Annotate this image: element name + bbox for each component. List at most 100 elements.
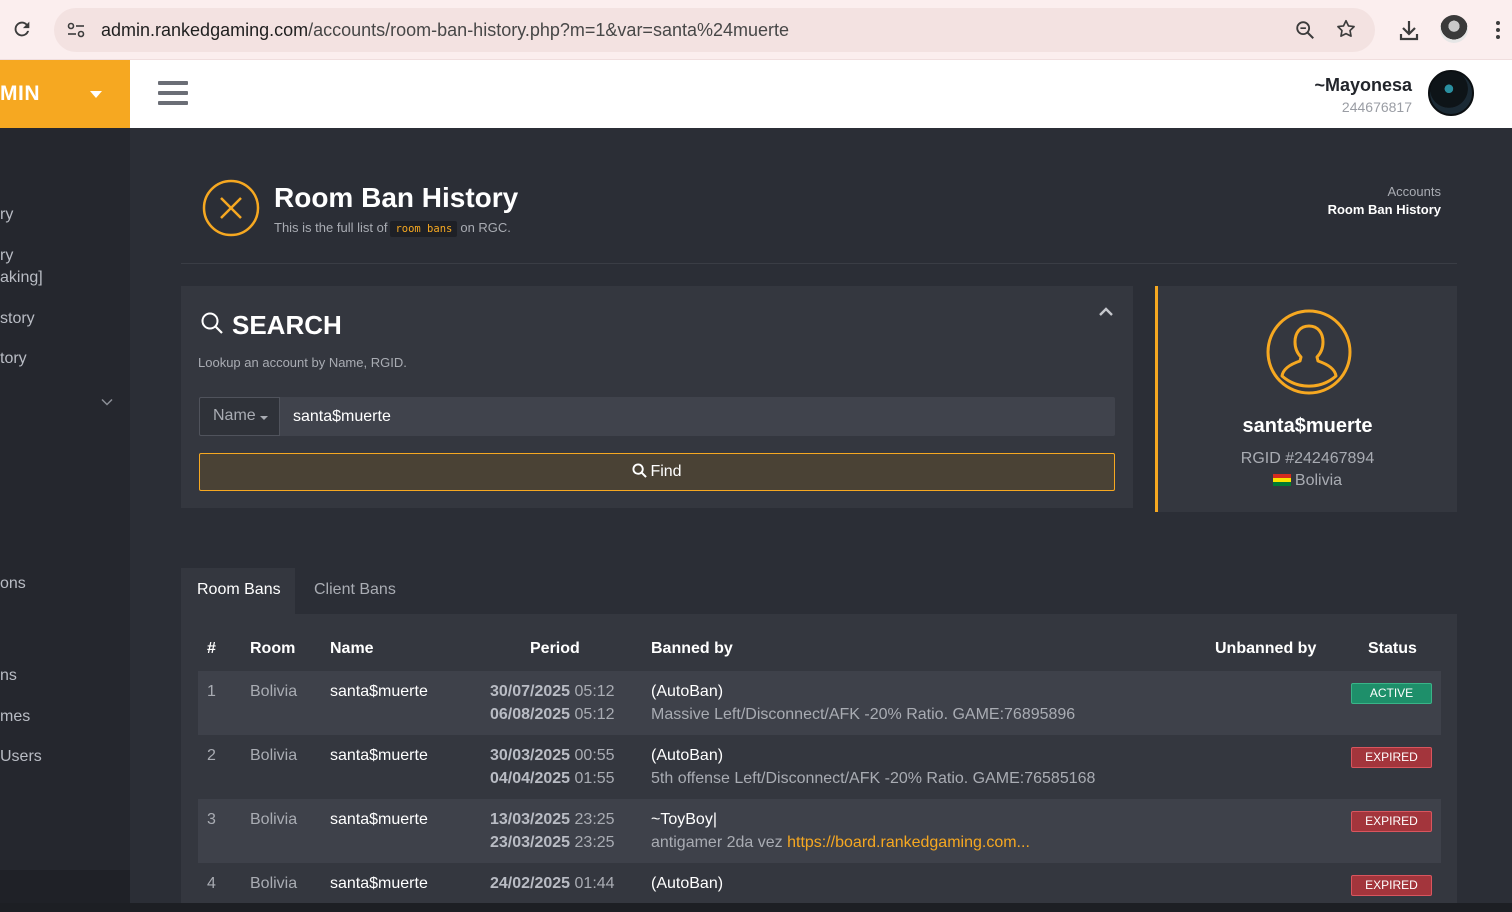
row-room: Bolivia xyxy=(250,808,297,831)
reload-icon[interactable] xyxy=(11,18,33,40)
sidebar-item[interactable]: ons xyxy=(0,573,26,595)
reason-link[interactable]: https://board.rankedgaming.com... xyxy=(787,834,1030,851)
end-date: 04/04/2025 xyxy=(490,770,570,787)
find-button[interactable]: Find xyxy=(199,453,1115,491)
page-title: Room Ban History xyxy=(274,182,518,214)
row-name[interactable]: santa$muerte xyxy=(330,872,428,895)
row-room: Bolivia xyxy=(250,744,297,767)
brand-dropdown[interactable]: MIN xyxy=(0,60,130,128)
status-badge: EXPIRED xyxy=(1351,811,1432,832)
breadcrumb-current: Room Ban History xyxy=(1328,202,1441,217)
reason-text: Massive Left/Disconnect/AFK -20% Ratio. … xyxy=(651,706,1075,723)
start-time: 23:25 xyxy=(575,811,615,828)
site-settings-icon[interactable] xyxy=(66,20,86,40)
status-badge: ACTIVE xyxy=(1351,683,1432,704)
room-bans-table: # Room Name Period Banned by Unbanned by… xyxy=(181,614,1457,912)
sidebar-item[interactable]: ns xyxy=(0,665,17,687)
browser-profile-avatar[interactable] xyxy=(1440,15,1468,43)
end-time: 01:55 xyxy=(575,770,615,787)
subtitle-text: This is the full list of xyxy=(274,220,387,235)
reason-text: 5th offense Left/Disconnect/AFK -20% Rat… xyxy=(651,770,1095,787)
sidebar: ry ry aking] story tory ons ns mes Users xyxy=(0,128,130,912)
tab-room-bans[interactable]: Room Bans xyxy=(181,568,295,614)
table-header: # Room Name Period Banned by Unbanned by… xyxy=(198,640,1441,662)
caret-down-icon xyxy=(90,91,102,98)
row-period-start: 30/07/2025 05:12 xyxy=(490,680,615,703)
search-type-label: Name xyxy=(213,407,256,425)
row-room: Bolivia xyxy=(250,872,297,895)
start-time: 00:55 xyxy=(575,747,615,764)
col-header-period: Period xyxy=(530,640,580,658)
search-input[interactable] xyxy=(280,397,1115,436)
row-period-start: 24/02/2025 01:44 xyxy=(490,872,615,895)
sidebar-item[interactable]: mes xyxy=(0,706,30,728)
start-date: 13/03/2025 xyxy=(490,811,570,828)
row-period-end: 23/03/2025 23:25 xyxy=(490,831,615,854)
sidebar-item[interactable]: aking] xyxy=(0,267,43,289)
profile-card: santa$muerte RGID #242467894 Bolivia xyxy=(1155,286,1457,512)
tab-client-bans[interactable]: Client Bans xyxy=(298,568,412,614)
start-date: 30/07/2025 xyxy=(490,683,570,700)
start-date: 30/03/2025 xyxy=(490,747,570,764)
row-name[interactable]: santa$muerte xyxy=(330,808,428,831)
address-bar[interactable]: admin.rankedgaming.com/accounts/room-ban… xyxy=(54,8,1375,52)
end-time: 05:12 xyxy=(575,706,615,723)
sidebar-item[interactable]: Users xyxy=(0,746,42,768)
row-room: Bolivia xyxy=(250,680,297,703)
reason-text: antigamer 2da vez xyxy=(651,834,783,851)
avatar[interactable] xyxy=(1428,70,1474,116)
ban-circle-x-icon xyxy=(202,179,260,237)
row-reason: 5th offense Left/Disconnect/AFK -20% Rat… xyxy=(651,767,1095,790)
menu-toggle-icon[interactable] xyxy=(158,81,188,107)
user-icon xyxy=(1265,308,1353,396)
row-period-end: 06/08/2025 05:12 xyxy=(490,703,615,726)
row-period-end: 04/04/2025 01:55 xyxy=(490,767,615,790)
breadcrumb-parent[interactable]: Accounts xyxy=(1388,184,1441,199)
row-name[interactable]: santa$muerte xyxy=(330,680,428,703)
subtitle-text-end: on RGC. xyxy=(460,220,511,235)
brand-label: MIN xyxy=(0,82,40,106)
sidebar-item[interactable]: ry xyxy=(0,204,13,226)
url-path: /accounts/room-ban-history.php?m=1&var=s… xyxy=(308,20,789,40)
table-row: 3 Bolivia santa$muerte 13/03/2025 23:25 … xyxy=(198,799,1441,863)
row-banned-by: (AutoBan) xyxy=(651,680,723,703)
page-subtitle: This is the full list ofroom banson RGC. xyxy=(274,220,511,235)
col-header-banned-by: Banned by xyxy=(651,640,733,658)
row-period-start: 13/03/2025 23:25 xyxy=(490,808,615,831)
row-period-start: 30/03/2025 00:55 xyxy=(490,744,615,767)
row-reason: Massive Left/Disconnect/AFK -20% Ratio. … xyxy=(651,703,1075,726)
zoom-icon[interactable] xyxy=(1294,19,1316,41)
bookmark-star-icon[interactable] xyxy=(1335,18,1357,40)
row-num: 2 xyxy=(207,744,216,767)
end-date: 23/03/2025 xyxy=(490,834,570,851)
current-user-id: 244676817 xyxy=(1342,99,1412,115)
col-header-unbanned-by: Unbanned by xyxy=(1215,640,1316,658)
chevron-up-icon[interactable] xyxy=(1098,306,1114,318)
caret-down-icon xyxy=(260,416,268,420)
search-title: SEARCH xyxy=(232,310,342,341)
sidebar-item[interactable]: tory xyxy=(0,348,27,370)
start-time: 01:44 xyxy=(575,875,615,892)
search-type-select[interactable]: Name xyxy=(199,397,280,436)
sidebar-item[interactable]: ry xyxy=(0,245,13,267)
row-banned-by: (AutoBan) xyxy=(651,872,723,895)
chevron-down-icon[interactable] xyxy=(101,396,113,408)
row-reason: antigamer 2da vez https://board.rankedga… xyxy=(651,831,1030,854)
profile-name: santa$muerte xyxy=(1158,415,1457,438)
row-name[interactable]: santa$muerte xyxy=(330,744,428,767)
current-user-name[interactable]: ~Mayonesa xyxy=(1314,75,1412,96)
end-time: 23:25 xyxy=(575,834,615,851)
subtitle-code: room bans xyxy=(390,221,457,237)
status-badge: EXPIRED xyxy=(1351,875,1432,896)
start-date: 24/02/2025 xyxy=(490,875,570,892)
browser-toolbar: admin.rankedgaming.com/accounts/room-ban… xyxy=(0,0,1512,60)
download-icon[interactable] xyxy=(1398,18,1420,42)
profile-country-label: Bolivia xyxy=(1295,472,1342,489)
profile-rgid: RGID #242467894 xyxy=(1158,450,1457,468)
row-banned-by: (AutoBan) xyxy=(651,744,723,767)
browser-menu-icon[interactable] xyxy=(1490,19,1506,41)
url-text[interactable]: admin.rankedgaming.com/accounts/room-ban… xyxy=(101,20,789,41)
page-header: Room Ban History This is the full list o… xyxy=(181,172,1457,264)
col-header-name: Name xyxy=(330,640,374,658)
sidebar-item[interactable]: story xyxy=(0,308,35,330)
